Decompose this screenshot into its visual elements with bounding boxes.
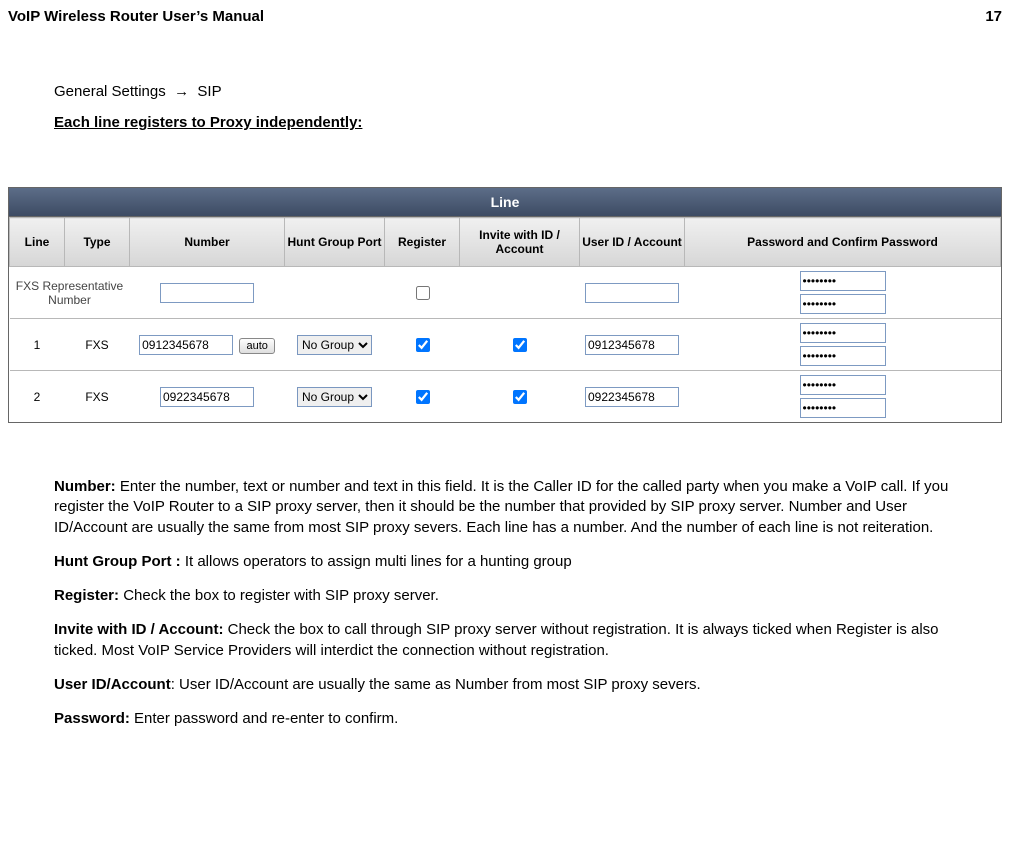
r2-password-input[interactable] xyxy=(800,375,886,395)
desc-hg-label: Hunt Group Port : xyxy=(54,553,181,570)
r1-type: FXS xyxy=(65,319,130,371)
table-row-1: 1 FXS auto No Group xyxy=(10,319,1001,371)
desc-reg-label: Register: xyxy=(54,587,119,604)
r2-userid-input[interactable] xyxy=(585,387,679,407)
col-huntgroup: Hunt Group Port xyxy=(285,218,385,267)
desc-userid: User ID/Account: User ID/Account are usu… xyxy=(54,675,972,695)
r2-line: 2 xyxy=(10,371,65,423)
desc-userid-text: : User ID/Account are usually the same a… xyxy=(171,676,701,693)
rep-register-checkbox[interactable] xyxy=(416,286,430,300)
r1-userid-input[interactable] xyxy=(585,335,679,355)
col-line: Line xyxy=(10,218,65,267)
auto-button[interactable]: auto xyxy=(239,338,274,354)
doc-title: VoIP Wireless Router User’s Manual xyxy=(8,8,264,25)
page-number: 17 xyxy=(985,8,1002,25)
desc-number: Number: Enter the number, text or number… xyxy=(54,477,972,538)
r1-line: 1 xyxy=(10,319,65,371)
r2-register-checkbox[interactable] xyxy=(416,390,430,404)
line-panel-title: Line xyxy=(9,188,1001,217)
desc-invite: Invite with ID / Account: Check the box … xyxy=(54,620,972,661)
table-row-2: 2 FXS No Group xyxy=(10,371,1001,423)
rep-label: FXS Representative Number xyxy=(10,267,130,319)
table-row-rep: FXS Representative Number xyxy=(10,267,1001,319)
r2-invite-checkbox[interactable] xyxy=(513,390,527,404)
r2-huntgroup-select[interactable]: No Group xyxy=(297,387,372,407)
r1-confirm-password-input[interactable] xyxy=(800,346,886,366)
rep-userid-input[interactable] xyxy=(585,283,679,303)
r1-invite-checkbox[interactable] xyxy=(513,338,527,352)
col-number: Number xyxy=(130,218,285,267)
desc-number-text: Enter the number, text or number and tex… xyxy=(54,478,948,536)
desc-number-label: Number: xyxy=(54,478,116,495)
rep-number-input[interactable] xyxy=(160,283,254,303)
rep-password-input[interactable] xyxy=(800,271,886,291)
desc-password: Password: Enter password and re-enter to… xyxy=(54,709,972,729)
r1-password-input[interactable] xyxy=(800,323,886,343)
r1-huntgroup-select[interactable]: No Group xyxy=(297,335,372,355)
col-invite: Invite with ID / Account xyxy=(460,218,580,267)
breadcrumb-settings: General Settings xyxy=(54,83,166,100)
breadcrumb-arrow: → xyxy=(174,83,189,100)
col-type: Type xyxy=(65,218,130,267)
desc-hg-text: It allows operators to assign multi line… xyxy=(181,553,572,570)
desc-userid-label: User ID/Account xyxy=(54,676,171,693)
r1-number-input[interactable] xyxy=(139,335,233,355)
breadcrumb-sip: SIP xyxy=(197,83,221,100)
col-register: Register xyxy=(385,218,460,267)
desc-invite-label: Invite with ID / Account: xyxy=(54,621,223,638)
desc-register: Register: Check the box to register with… xyxy=(54,586,972,606)
rep-confirm-password-input[interactable] xyxy=(800,294,886,314)
col-userid: User ID / Account xyxy=(580,218,685,267)
r2-confirm-password-input[interactable] xyxy=(800,398,886,418)
r2-number-input[interactable] xyxy=(160,387,254,407)
line-panel: Line Line Type Number Hunt Group Port Re… xyxy=(8,187,1002,423)
breadcrumb: General Settings → SIP xyxy=(54,83,972,100)
r1-register-checkbox[interactable] xyxy=(416,338,430,352)
desc-pw-label: Password: xyxy=(54,710,130,727)
desc-huntgroup: Hunt Group Port : It allows operators to… xyxy=(54,552,972,572)
desc-reg-text: Check the box to register with SIP proxy… xyxy=(119,587,439,604)
desc-pw-text: Enter password and re-enter to confirm. xyxy=(130,710,398,727)
sub-heading: Each line registers to Proxy independent… xyxy=(54,114,972,131)
r2-type: FXS xyxy=(65,371,130,423)
col-password: Password and Confirm Password xyxy=(685,218,1001,267)
